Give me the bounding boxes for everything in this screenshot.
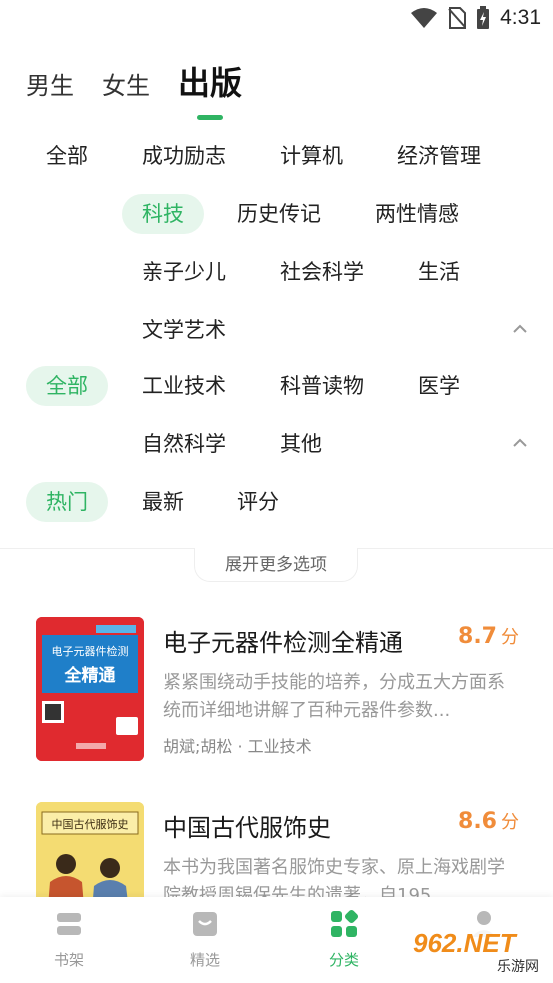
filter-sub-nature[interactable]: 自然科学	[122, 424, 246, 464]
filter-category-parenting[interactable]: 亲子少儿	[122, 252, 246, 292]
book-description: 紧紧围绕动手技能的培养，分成五大方面系统而详细地讲解了百种元器件参数...	[163, 672, 505, 721]
book-score: 8.7 分	[458, 623, 519, 649]
filter-category-computer[interactable]: 计算机	[260, 136, 363, 176]
nav-featured-label: 精选	[189, 951, 220, 969]
filter-category-social[interactable]: 社会科学	[260, 252, 384, 292]
gender-tabs: 男生 女生 出版	[26, 58, 270, 120]
filter-sub-popsci[interactable]: 科普读物	[260, 366, 384, 406]
nav-category-label: 分类	[328, 951, 359, 969]
filter-sub-industry[interactable]: 工业技术	[122, 366, 246, 406]
sort-newest[interactable]: 最新	[122, 482, 204, 522]
bookshelf-icon	[57, 913, 81, 935]
sort-hot[interactable]: 热门	[26, 482, 108, 522]
filter-sub-medicine[interactable]: 医学	[398, 366, 480, 406]
active-tab-indicator	[197, 115, 223, 120]
book-cover[interactable]: 电子元器件检测 全精通	[36, 617, 144, 761]
book-score: 8.6 分	[458, 808, 519, 834]
book-cover-title-line2: 全精通	[64, 666, 116, 686]
tab-publish-label: 出版	[178, 64, 243, 102]
filter-row: 全部 成功励志 计算机 经济管理	[0, 136, 553, 180]
filter-row: 自然科学 其他	[0, 424, 553, 468]
nav-bookshelf-label: 书架	[53, 951, 84, 969]
filter-category-tech[interactable]: 科技	[122, 194, 204, 234]
book-cover-art	[36, 617, 144, 761]
nav-category[interactable]: 分类	[299, 909, 389, 970]
nav-featured[interactable]: 精选	[160, 909, 250, 970]
filter-sub-other[interactable]: 其他	[260, 424, 342, 464]
watermark-text: 962.NET	[413, 928, 516, 958]
book-score-unit: 分	[501, 812, 519, 833]
clock: 4:31	[500, 6, 541, 29]
filter-category-success[interactable]: 成功励志	[122, 136, 246, 176]
book-meta: 胡斌;胡松 · 工业技术	[163, 737, 312, 756]
book-cover-title: 中国古代服饰史	[51, 818, 129, 831]
battery-icon	[477, 6, 490, 29]
category-icon	[331, 909, 359, 937]
filter-category-all[interactable]: 全部	[26, 136, 108, 176]
watermark-sub: 乐游网	[497, 959, 539, 975]
filter-category-history[interactable]: 历史传记	[217, 194, 341, 234]
book-cover-title-line1: 电子元器件检测	[51, 645, 129, 658]
book-title[interactable]: 电子元器件检测全精通	[163, 623, 403, 658]
watermark-logo: 962.NET 乐游网	[407, 926, 547, 978]
chevron-up-icon[interactable]	[511, 434, 529, 452]
book-title[interactable]: 中国古代服饰史	[163, 808, 331, 843]
tab-male[interactable]: 男生	[26, 66, 74, 101]
featured-icon	[193, 912, 217, 936]
filter-row: 文学艺术	[0, 310, 553, 354]
nav-bookshelf[interactable]: 书架	[24, 909, 114, 970]
filter-category-economics[interactable]: 经济管理	[377, 136, 501, 176]
tab-publish[interactable]: 出版	[178, 58, 243, 120]
tab-female[interactable]: 女生	[102, 66, 150, 101]
expand-options-button[interactable]: 展开更多选项	[194, 548, 358, 582]
no-sim-icon	[448, 7, 467, 29]
wifi-icon	[411, 8, 438, 28]
filter-category-life[interactable]: 生活	[398, 252, 480, 292]
filter-category-art[interactable]: 文学艺术	[122, 310, 246, 350]
status-bar: 4:31	[0, 0, 553, 40]
filter-sub-all[interactable]: 全部	[26, 366, 108, 406]
book-score-unit: 分	[501, 627, 519, 648]
sort-rating[interactable]: 评分	[217, 482, 299, 522]
filter-row: 全部 工业技术 科普读物 医学	[0, 366, 553, 410]
book-score-value: 8.6	[458, 809, 497, 834]
filter-row: 热门 最新 评分	[0, 482, 553, 526]
book-item[interactable]: 电子元器件检测 全精通 电子元器件检测全精通 8.7 分 紧紧围绕动手技能的培养，…	[0, 617, 553, 787]
filter-category-relationship[interactable]: 两性情感	[355, 194, 479, 234]
book-score-value: 8.7	[458, 624, 497, 649]
chevron-up-icon[interactable]	[511, 320, 529, 338]
filter-row: 科技 历史传记 两性情感	[0, 194, 553, 238]
filter-row: 亲子少儿 社会科学 生活	[0, 252, 553, 296]
